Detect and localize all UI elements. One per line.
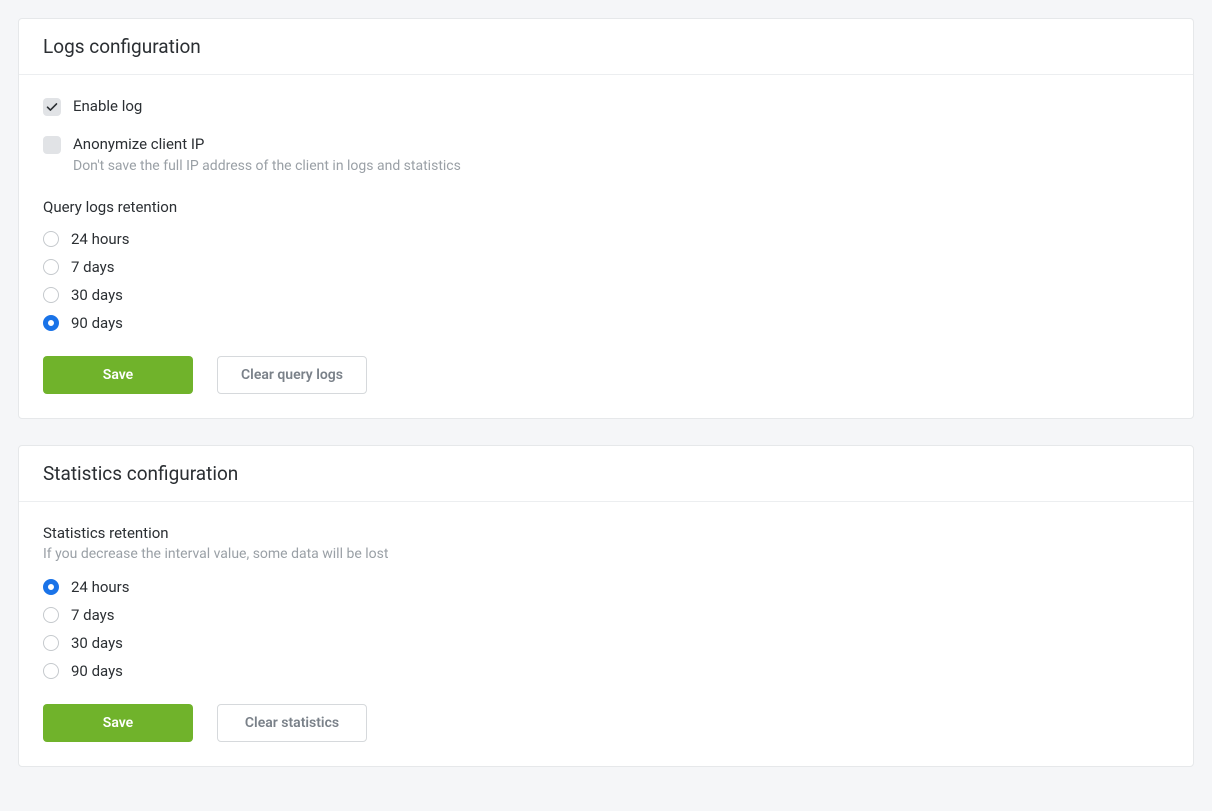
- logs-configuration-card: Logs configuration Enable log Anonymize …: [18, 18, 1194, 419]
- radio-icon[interactable]: [43, 231, 59, 247]
- enable-log-checkbox[interactable]: [43, 98, 61, 116]
- anonymize-ip-row: Anonymize client IP Don't save the full …: [43, 135, 1169, 175]
- stats-retention-option[interactable]: 90 days: [43, 662, 1169, 680]
- radio-icon[interactable]: [43, 663, 59, 679]
- logs-retention-option[interactable]: 24 hours: [43, 230, 1169, 248]
- check-icon: [46, 101, 58, 113]
- radio-label: 90 days: [71, 662, 123, 680]
- radio-label: 30 days: [71, 286, 123, 304]
- logs-retention-option[interactable]: 90 days: [43, 314, 1169, 332]
- logs-retention-option[interactable]: 7 days: [43, 258, 1169, 276]
- radio-label: 30 days: [71, 634, 123, 652]
- enable-log-label[interactable]: Enable log: [73, 97, 142, 117]
- stats-button-row: Save Clear statistics: [43, 704, 1169, 742]
- stats-retention-option[interactable]: 7 days: [43, 606, 1169, 624]
- logs-retention-label: Query logs retention: [43, 198, 1169, 216]
- stats-card-title: Statistics configuration: [19, 446, 1193, 502]
- logs-card-title: Logs configuration: [19, 19, 1193, 75]
- stats-save-button[interactable]: Save: [43, 704, 193, 742]
- radio-label: 7 days: [71, 606, 115, 624]
- statistics-configuration-card: Statistics configuration Statistics rete…: [18, 445, 1194, 767]
- logs-retention-group: 24 hours 7 days 30 days 90 days: [43, 230, 1169, 332]
- radio-icon[interactable]: [43, 635, 59, 651]
- stats-retention-option[interactable]: 30 days: [43, 634, 1169, 652]
- stats-retention-option[interactable]: 24 hours: [43, 578, 1169, 596]
- anonymize-ip-text: Anonymize client IP Don't save the full …: [73, 135, 461, 175]
- logs-retention-option[interactable]: 30 days: [43, 286, 1169, 304]
- logs-card-body: Enable log Anonymize client IP Don't sav…: [19, 75, 1193, 418]
- logs-save-button[interactable]: Save: [43, 356, 193, 394]
- enable-log-row: Enable log: [43, 97, 1169, 117]
- radio-label: 24 hours: [71, 230, 130, 248]
- radio-icon[interactable]: [43, 287, 59, 303]
- stats-retention-help: If you decrease the interval value, some…: [43, 546, 1169, 562]
- clear-statistics-button[interactable]: Clear statistics: [217, 704, 367, 742]
- stats-retention-label: Statistics retention: [43, 524, 1169, 542]
- radio-icon[interactable]: [43, 579, 59, 595]
- anonymize-ip-label[interactable]: Anonymize client IP: [73, 135, 461, 155]
- logs-button-row: Save Clear query logs: [43, 356, 1169, 394]
- anonymize-ip-checkbox[interactable]: [43, 136, 61, 154]
- radio-label: 7 days: [71, 258, 115, 276]
- anonymize-ip-help: Don't save the full IP address of the cl…: [73, 158, 461, 174]
- radio-icon[interactable]: [43, 259, 59, 275]
- stats-retention-header: Statistics retention If you decrease the…: [43, 524, 1169, 562]
- stats-card-body: Statistics retention If you decrease the…: [19, 502, 1193, 766]
- radio-icon[interactable]: [43, 315, 59, 331]
- radio-label: 90 days: [71, 314, 123, 332]
- radio-icon[interactable]: [43, 607, 59, 623]
- radio-label: 24 hours: [71, 578, 130, 596]
- clear-query-logs-button[interactable]: Clear query logs: [217, 356, 367, 394]
- stats-retention-group: 24 hours 7 days 30 days 90 days: [43, 578, 1169, 680]
